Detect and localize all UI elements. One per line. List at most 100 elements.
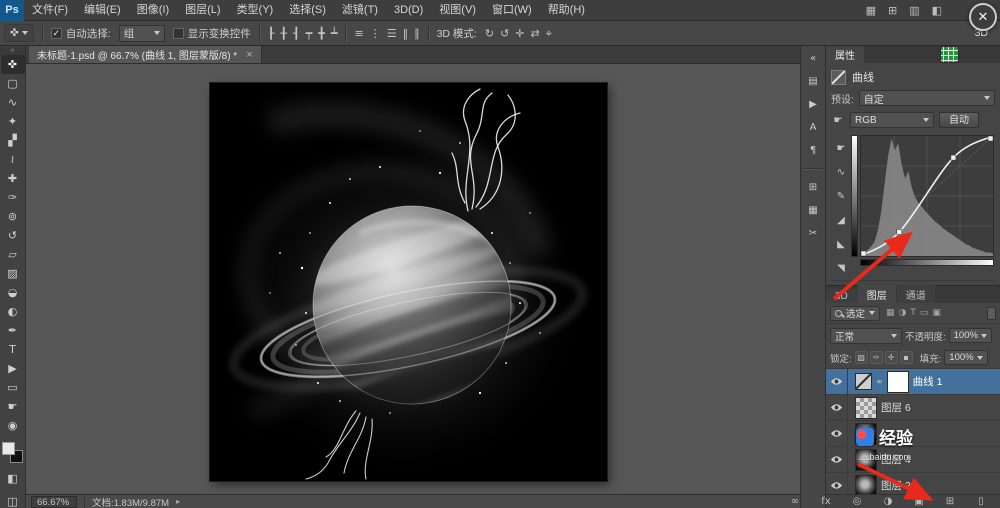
- filter-smart-objects-icon[interactable]: ▣: [932, 308, 941, 318]
- zoom-level-field[interactable]: 66.67%: [31, 496, 77, 508]
- pencil-icon[interactable]: ✎: [830, 187, 852, 205]
- new-layer-icon[interactable]: ⊞: [939, 493, 961, 508]
- filter-adjustment-layers-icon[interactable]: ◑: [899, 308, 907, 318]
- bridge-launch-icon[interactable]: ▦: [866, 4, 876, 17]
- 3d-rotate-icon[interactable]: ↻: [485, 28, 494, 39]
- capture-close-button[interactable]: ✕: [969, 3, 997, 31]
- blend-mode-dropdown[interactable]: 正常: [830, 328, 902, 344]
- gray-point-sampler-icon[interactable]: ◣: [830, 235, 852, 253]
- actions-panel-icon[interactable]: ▶: [802, 95, 824, 113]
- checkbox-unchecked-icon[interactable]: [173, 28, 184, 39]
- visibility-eye-icon[interactable]: [826, 421, 848, 446]
- quick-mask-icon[interactable]: ◧: [1, 469, 25, 488]
- brushes-panel-icon[interactable]: ▦: [802, 201, 824, 219]
- menu-item[interactable]: 窗口(W): [484, 0, 540, 21]
- 3d-roll-icon[interactable]: ↺: [500, 28, 509, 39]
- white-point-sampler-icon[interactable]: ◥: [830, 259, 852, 277]
- toolbox-collapse-icon[interactable]: »: [0, 47, 25, 55]
- healing-brush-tool[interactable]: ✚: [1, 169, 25, 188]
- align-horizontal-centers-icon[interactable]: ╂: [280, 28, 287, 39]
- shape-tool[interactable]: ▭: [1, 378, 25, 397]
- layer-row-hidden-name[interactable]: [826, 421, 1000, 447]
- character-panel-icon[interactable]: A: [802, 118, 824, 136]
- hand-tool[interactable]: ☛: [1, 397, 25, 416]
- mask-link-icon[interactable]: ∞: [876, 377, 883, 386]
- menu-item[interactable]: 滤镜(T): [334, 0, 386, 21]
- scissors-panel-icon[interactable]: ✂: [802, 224, 824, 242]
- foreground-color-swatch[interactable]: [2, 442, 15, 455]
- visibility-eye-icon[interactable]: [826, 447, 848, 472]
- lasso-tool[interactable]: ∿: [1, 93, 25, 112]
- eraser-tool[interactable]: ▱: [1, 245, 25, 264]
- brush-tool[interactable]: ✑: [1, 188, 25, 207]
- link-layers-icon[interactable]: ∞: [784, 493, 806, 508]
- curve-edit-icon[interactable]: ∿: [830, 163, 852, 181]
- menu-item[interactable]: 编辑(E): [76, 0, 129, 21]
- targeted-adjustment-tool-icon[interactable]: ☛: [830, 139, 852, 157]
- auto-select-checkbox[interactable]: ✓ 自动选择:: [51, 26, 111, 41]
- visibility-eye-icon[interactable]: [826, 369, 848, 394]
- filter-toggle-switch[interactable]: [987, 307, 996, 320]
- type-tool[interactable]: T: [1, 340, 25, 359]
- tool-preset-dropdown[interactable]: ✜: [4, 24, 34, 42]
- channel-dropdown[interactable]: RGB: [850, 112, 934, 128]
- checkbox-checked-icon[interactable]: ✓: [51, 28, 62, 39]
- distribute-vertical-centers-icon[interactable]: ⋮: [370, 28, 381, 39]
- menu-item[interactable]: 图层(L): [177, 0, 228, 21]
- new-group-icon[interactable]: ▣: [908, 493, 930, 508]
- delete-adjustment-icon[interactable]: ▯: [968, 281, 990, 285]
- green-grid-icon[interactable]: [941, 47, 958, 62]
- screen-mode-toggle-icon[interactable]: ◫: [1, 492, 25, 508]
- align-top-edges-icon[interactable]: ┯: [306, 28, 313, 39]
- delete-layer-icon[interactable]: ▯: [970, 493, 992, 508]
- gradient-tool[interactable]: ▨: [1, 264, 25, 283]
- filter-type-layers-icon[interactable]: T: [910, 308, 916, 318]
- screen-mode-icon[interactable]: ◧: [932, 4, 942, 17]
- color-swatches[interactable]: [2, 442, 23, 463]
- tab-layers[interactable]: 图层: [858, 285, 896, 303]
- layer-filter-dropdown[interactable]: 选定: [830, 306, 880, 321]
- align-bottom-edges-icon[interactable]: ┷: [331, 28, 338, 39]
- filter-shape-layers-icon[interactable]: ▭: [920, 308, 929, 318]
- view-extras-icon[interactable]: ⊞: [888, 4, 897, 17]
- canvas-viewport[interactable]: 未标题-1.psd @ 66.7% (曲线 1, 图层蒙版/8) * ×: [26, 46, 800, 508]
- black-point-sampler-icon[interactable]: ◢: [830, 211, 852, 229]
- new-adjustment-layer-icon[interactable]: ◑: [877, 493, 899, 508]
- zoom-tool[interactable]: ◉: [1, 416, 25, 435]
- distribute-lefts-icon[interactable]: ‖: [403, 28, 409, 39]
- clone-source-panel-icon[interactable]: ⊞: [802, 178, 824, 196]
- canvas[interactable]: [210, 83, 607, 481]
- layer-row-curves-1[interactable]: ∞ 曲线 1: [826, 369, 1000, 395]
- move-tool[interactable]: ✜: [1, 55, 25, 74]
- align-left-edges-icon[interactable]: ┠: [268, 28, 275, 39]
- lock-pixels-icon[interactable]: ✑: [870, 351, 883, 364]
- menu-item[interactable]: 类型(Y): [229, 0, 282, 21]
- targeted-adjustment-icon[interactable]: ☛: [831, 115, 845, 126]
- layer-row-6[interactable]: 图层 6: [826, 395, 1000, 421]
- visibility-eye-icon[interactable]: [826, 473, 848, 494]
- history-panel-icon[interactable]: ▤: [802, 72, 824, 90]
- path-selection-tool[interactable]: ▶: [1, 359, 25, 378]
- crop-tool[interactable]: ▞: [1, 131, 25, 150]
- layer-mask-thumbnail[interactable]: [887, 371, 909, 393]
- distribute-tops-icon[interactable]: ≡: [354, 28, 363, 39]
- align-vertical-centers-icon[interactable]: ╋: [318, 28, 325, 39]
- tab-properties[interactable]: 属性: [826, 46, 864, 63]
- dodge-tool[interactable]: ◐: [1, 302, 25, 321]
- pen-tool[interactable]: ✒: [1, 321, 25, 340]
- clip-to-layer-icon[interactable]: ◫: [836, 285, 845, 286]
- menu-item[interactable]: 视图(V): [431, 0, 484, 21]
- lock-transparency-icon[interactable]: ▨: [855, 351, 868, 364]
- lock-all-icon[interactable]: ▪: [900, 351, 913, 364]
- auto-button[interactable]: 自动: [939, 112, 979, 128]
- 3d-zoom-icon[interactable]: ⌖: [546, 28, 552, 39]
- layer-thumbnail[interactable]: [855, 373, 872, 390]
- blur-tool[interactable]: ◒: [1, 283, 25, 302]
- collapse-dock-icon[interactable]: «: [802, 49, 824, 67]
- photoshop-logo-icon[interactable]: Ps: [0, 0, 24, 21]
- eyedropper-tool[interactable]: ≀: [1, 150, 25, 169]
- layer-style-icon[interactable]: fx: [815, 493, 837, 508]
- document-tab[interactable]: 未标题-1.psd @ 66.7% (曲线 1, 图层蒙版/8) * ×: [29, 46, 262, 63]
- marquee-tool[interactable]: ▢: [1, 74, 25, 93]
- add-layer-mask-icon[interactable]: ◎: [846, 493, 868, 508]
